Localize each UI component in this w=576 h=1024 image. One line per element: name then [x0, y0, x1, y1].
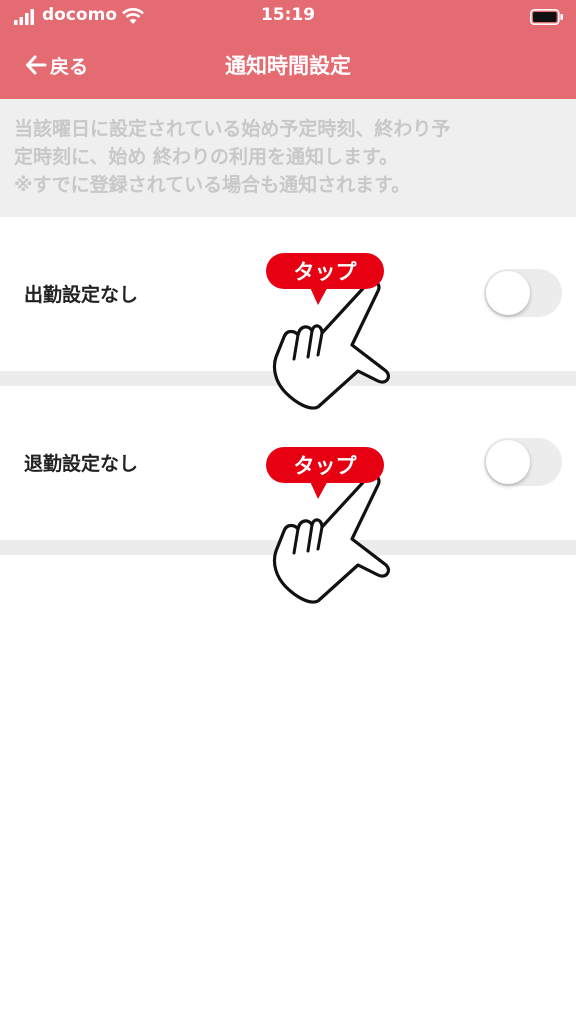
toggle-knob — [486, 440, 530, 484]
toggle-knob — [486, 271, 530, 315]
setting-label: 退勤設定なし — [24, 453, 139, 475]
info-line: 当該曜日に設定されている始め予定時刻、終わり予 — [14, 118, 451, 140]
setting-label: 出勤設定なし — [24, 284, 139, 306]
info-text: 当該曜日に設定されている始め予定時刻、終わり予 定時刻に、始め 終わりの利用を通… — [14, 115, 554, 199]
page-title: 通知時間設定 — [225, 54, 351, 78]
tap-hint: タップ — [266, 447, 406, 607]
hand-pointer-icon — [272, 473, 391, 604]
tap-badge-tail — [308, 477, 330, 499]
status-bar: docomo 15:19 — [0, 0, 576, 34]
nav-header: docomo 15:19 戻る 通知時間設定 — [0, 0, 576, 99]
tap-hint: タップ — [266, 253, 406, 413]
tap-label: タップ — [293, 454, 357, 478]
clock: 15:19 — [260, 5, 316, 25]
hand-pointer-icon — [272, 279, 391, 410]
clock-out-toggle[interactable] — [484, 438, 562, 486]
tap-label: タップ — [293, 260, 357, 284]
info-line: ※すでに登録されている場合も通知されます。 — [14, 174, 411, 196]
battery-icon — [530, 9, 563, 25]
info-panel: 当該曜日に設定されている始め予定時刻、終わり予 定時刻に、始め 終わりの利用を通… — [0, 99, 576, 217]
tap-badge-tail — [308, 283, 330, 305]
clock-in-toggle[interactable] — [484, 269, 562, 317]
info-line: 定時刻に、始め 終わりの利用を通知します。 — [14, 146, 399, 168]
